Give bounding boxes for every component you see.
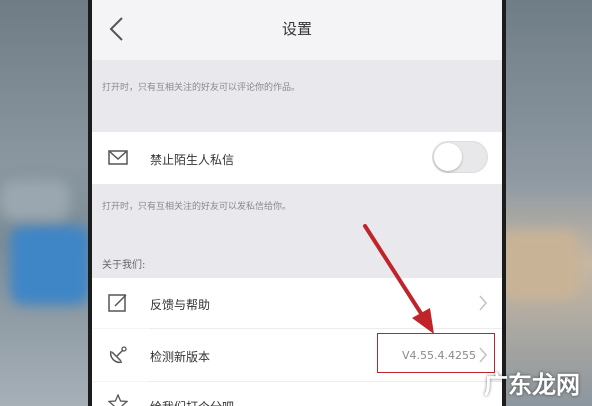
message-note-band: 打开时，只有互相关注的好友可以发私信给你。 — [92, 184, 502, 278]
rate-us-label: 给我们打个分吧 — [150, 398, 234, 406]
envelope-icon — [108, 150, 128, 165]
edit-icon — [108, 294, 127, 312]
comment-note-band: 打开时，只有互相关注的好友可以评论你的作品。 — [92, 60, 502, 132]
toggle-knob — [434, 143, 462, 171]
comment-note: 打开时，只有互相关注的好友可以评论你的作品。 — [102, 83, 301, 93]
message-note: 打开时，只有互相关注的好友可以发私信给你。 — [102, 202, 292, 212]
phone-edge-right — [502, 0, 506, 406]
check-version-label: 检测新版本 — [150, 350, 211, 364]
feedback-help-label: 反馈与帮助 — [150, 298, 211, 312]
block-stranger-toggle[interactable] — [432, 141, 488, 173]
feedback-help-row[interactable]: 反馈与帮助 — [92, 278, 502, 328]
star-icon — [108, 394, 128, 406]
watermark: 广东龙网 — [484, 371, 580, 399]
chevron-right-icon — [479, 295, 488, 311]
block-stranger-row[interactable]: 禁止陌生人私信 — [92, 132, 502, 184]
page-title: 设置 — [281, 20, 312, 38]
blurred-background-left — [0, 0, 92, 406]
block-stranger-label: 禁止陌生人私信 — [150, 153, 235, 167]
about-section-title: 关于我们: — [102, 260, 146, 271]
satellite-icon — [109, 346, 127, 364]
rate-us-row[interactable]: 给我们打个分吧 — [92, 382, 502, 406]
header-bar: 设置 — [92, 0, 502, 60]
version-highlight-box — [377, 333, 495, 373]
blurred-background-right — [494, 0, 592, 406]
